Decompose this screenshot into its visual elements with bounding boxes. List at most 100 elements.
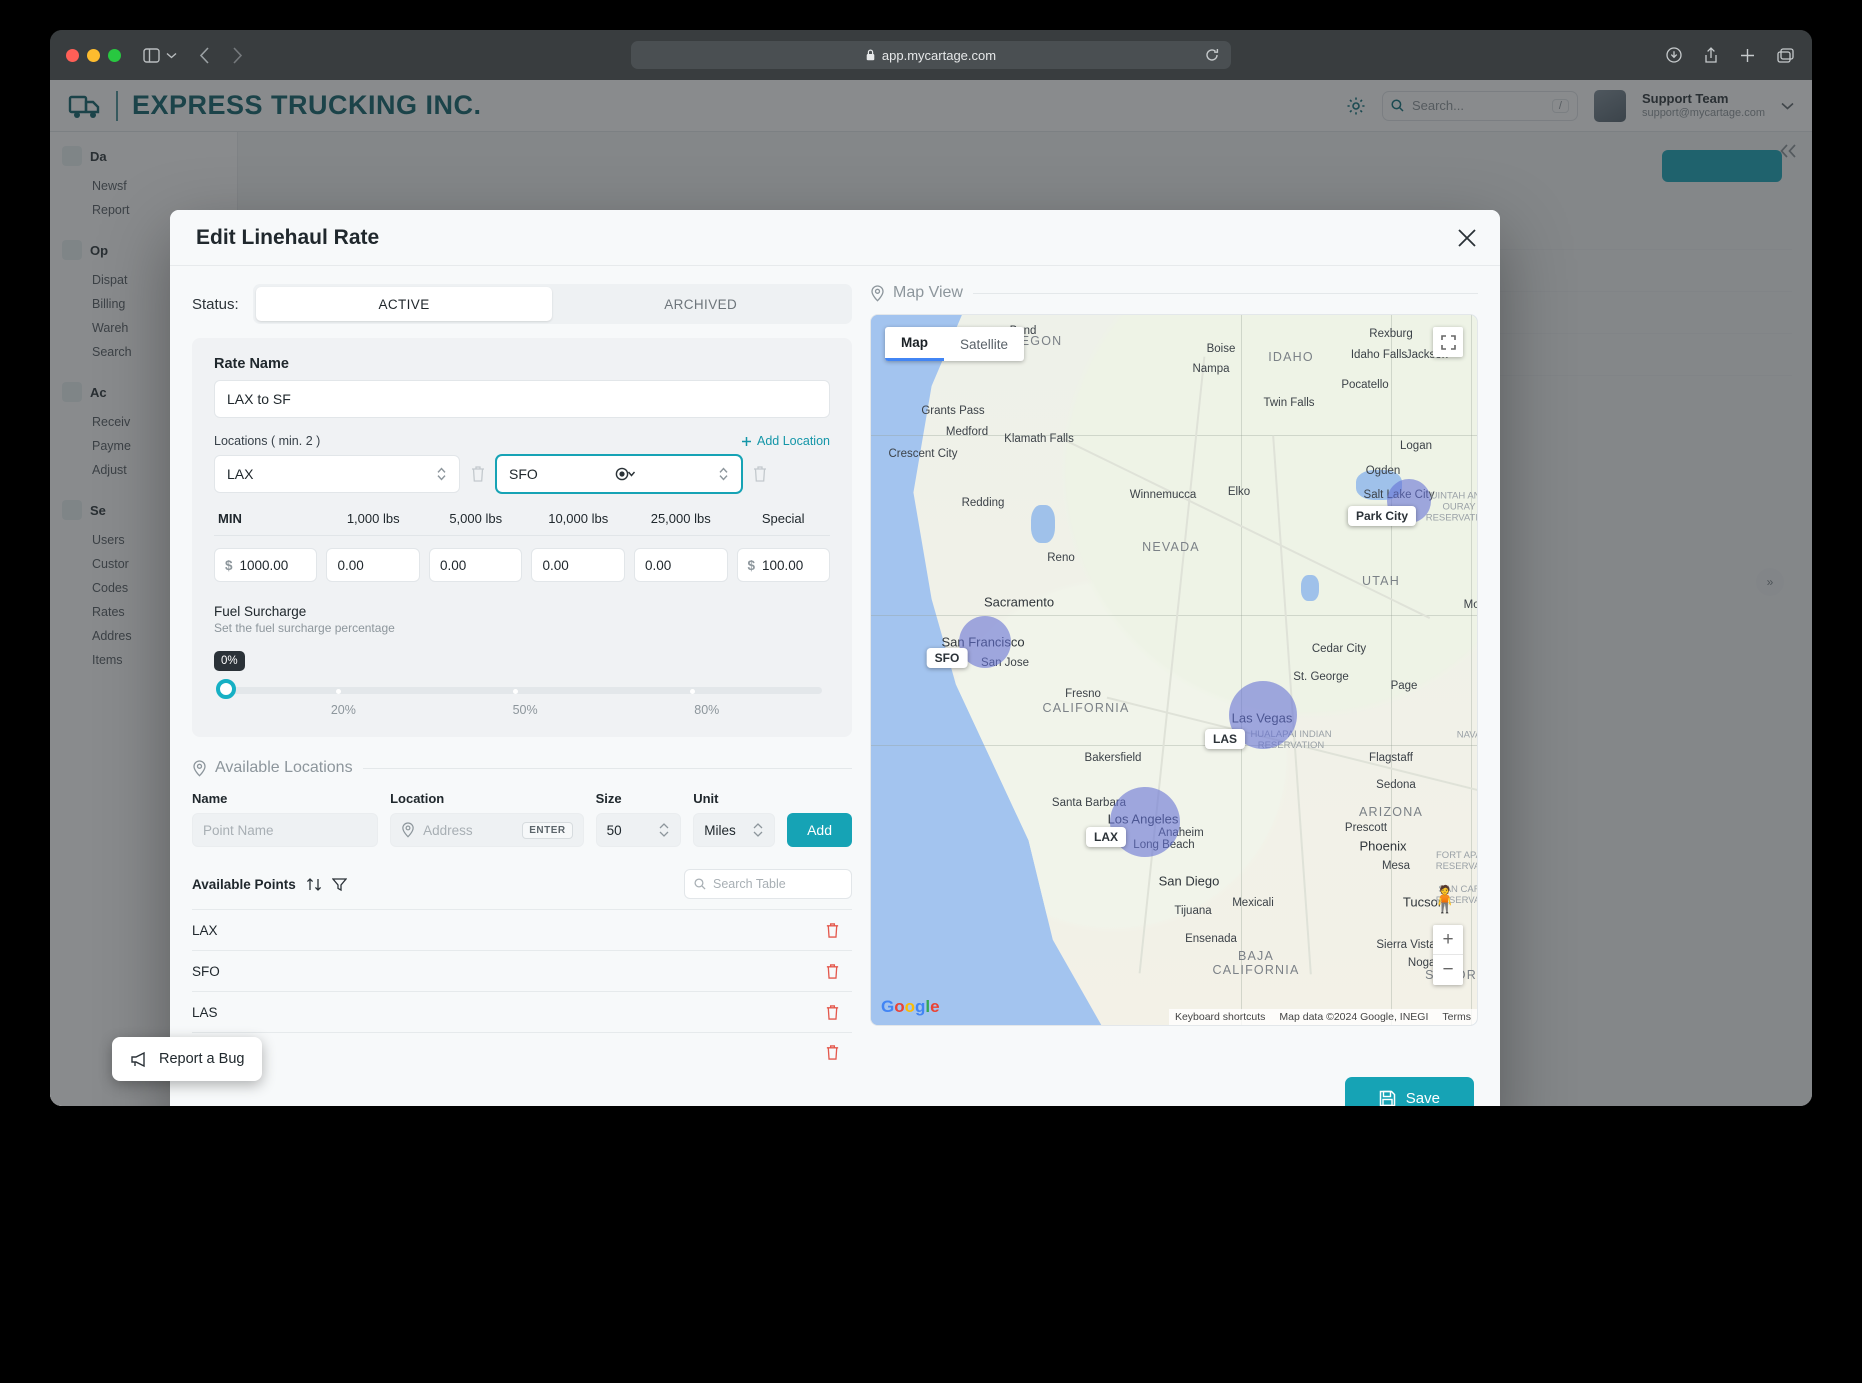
- map-city-label: Moab: [1463, 599, 1478, 611]
- section-divider: [362, 767, 852, 769]
- downloads-icon[interactable]: [1666, 47, 1682, 63]
- map-type-map[interactable]: Map: [885, 327, 944, 361]
- trash-icon[interactable]: [825, 963, 852, 980]
- select-chevrons-icon[interactable]: [436, 466, 447, 482]
- delete-location-1-icon[interactable]: [470, 465, 486, 483]
- map-type-control[interactable]: Map Satellite: [885, 327, 1025, 361]
- url-bar[interactable]: app.mycartage.com: [631, 41, 1231, 69]
- map-city-label: Rexburg: [1369, 328, 1413, 340]
- rate-input-min[interactable]: $ 1000.00: [214, 548, 318, 582]
- street-view-icon[interactable]: 🧍: [1429, 884, 1461, 915]
- unit-select[interactable]: Miles: [693, 813, 776, 847]
- rate-header-special: Special: [761, 511, 805, 526]
- delete-location-2-icon[interactable]: [752, 465, 768, 483]
- google-map[interactable]: Map Satellite + − 🧍 Google Keyboard shor…: [870, 314, 1478, 1026]
- navigation-arrows[interactable]: [199, 46, 243, 64]
- map-pin-sfo[interactable]: SFO: [926, 648, 968, 668]
- fullscreen-icon[interactable]: [1433, 327, 1463, 357]
- rate-header-25000: 25,000 lbs: [650, 511, 711, 526]
- chrome-right-actions[interactable]: [1666, 46, 1794, 64]
- rate-input-1000[interactable]: 0.00: [326, 548, 420, 582]
- status-label: Status:: [192, 295, 239, 313]
- keyboard-shortcuts-link[interactable]: Keyboard shortcuts: [1175, 1011, 1265, 1023]
- map-city-label: Grants Pass: [921, 405, 985, 417]
- minimize-window-button[interactable]: [87, 48, 100, 62]
- tab-overview-icon[interactable]: [1777, 47, 1794, 63]
- share-icon[interactable]: [1704, 46, 1718, 64]
- location-select-1[interactable]: LAX: [214, 455, 460, 493]
- fuel-surcharge-slider[interactable]: 0% 20% 50% 80%: [214, 651, 830, 717]
- lock-icon: [866, 49, 875, 61]
- map-view-title-group: Map View: [870, 284, 963, 302]
- report-bug-label: Report a Bug: [159, 1051, 245, 1067]
- rate-input-special[interactable]: $ 100.00: [736, 548, 831, 582]
- rate-input-10000[interactable]: 0.00: [531, 548, 625, 582]
- table-row[interactable]: Park City: [192, 1032, 852, 1061]
- slider-tick: [690, 688, 695, 694]
- slider-handle[interactable]: [216, 679, 236, 699]
- save-button[interactable]: Save: [1344, 1077, 1474, 1106]
- table-row[interactable]: LAX: [192, 909, 852, 950]
- point-name: LAS: [192, 1004, 218, 1020]
- terms-link[interactable]: Terms: [1442, 1011, 1471, 1023]
- size-stepper-input[interactable]: 50: [595, 813, 682, 847]
- map-pin-las[interactable]: LAS: [1205, 729, 1245, 749]
- table-row[interactable]: SFO: [192, 950, 852, 991]
- zoom-out-button[interactable]: −: [1433, 955, 1463, 985]
- rate-input-5000[interactable]: 0.00: [428, 548, 523, 582]
- map-state-label: CALIFORNIA: [1042, 701, 1130, 715]
- close-window-button[interactable]: [66, 48, 79, 62]
- trash-icon[interactable]: [825, 922, 852, 939]
- map-pin-park-city[interactable]: Park City: [1347, 506, 1417, 526]
- location-type-icon[interactable]: [615, 467, 641, 481]
- enter-key-badge: ENTER: [522, 821, 573, 839]
- map-attribution: Keyboard shortcuts Map data ©2024 Google…: [1168, 1009, 1477, 1025]
- trash-icon[interactable]: [825, 1004, 852, 1021]
- maximize-window-button[interactable]: [108, 48, 121, 62]
- locations-row: LAX SFO: [214, 455, 830, 493]
- back-button[interactable]: [199, 46, 210, 64]
- add-location-button[interactable]: Add Location: [741, 434, 830, 448]
- chevron-down-icon[interactable]: [166, 52, 177, 59]
- filter-icon[interactable]: [331, 877, 347, 892]
- slider-track[interactable]: [222, 687, 822, 694]
- new-tab-icon[interactable]: [1740, 48, 1755, 63]
- window-controls[interactable]: [66, 48, 121, 62]
- rate-name-input[interactable]: [214, 380, 830, 418]
- map-type-satellite[interactable]: Satellite: [944, 327, 1024, 361]
- trash-icon[interactable]: [825, 1044, 852, 1061]
- report-bug-button[interactable]: Report a Bug: [112, 1037, 263, 1081]
- reload-icon[interactable]: [1205, 48, 1219, 62]
- dialog-title: Edit Linehaul Rate: [196, 225, 380, 249]
- status-segmented-control[interactable]: ACTIVE ARCHIVED: [252, 284, 852, 324]
- add-point-button[interactable]: Add: [787, 813, 852, 847]
- zoom-in-button[interactable]: +: [1433, 925, 1463, 955]
- sidebar-icon: [143, 47, 160, 63]
- status-tab-archived[interactable]: ARCHIVED: [552, 287, 849, 321]
- forward-button[interactable]: [232, 46, 243, 64]
- map-city-label: Bakersfield: [1084, 752, 1142, 764]
- available-points-title: Available Points: [192, 876, 296, 892]
- point-name-input[interactable]: Point Name: [192, 813, 379, 847]
- table-search-input[interactable]: Search Table: [684, 869, 852, 899]
- map-state-label: BAJA CALIFORNIA: [1212, 949, 1300, 977]
- table-row[interactable]: LAS: [192, 991, 852, 1032]
- rate-input-25000[interactable]: 0.00: [633, 548, 728, 582]
- map-pin-lax[interactable]: LAX: [1086, 827, 1126, 847]
- fuel-surcharge-title: Fuel Surcharge: [214, 604, 307, 619]
- select-chevrons-icon[interactable]: [718, 466, 729, 482]
- status-tab-active[interactable]: ACTIVE: [255, 287, 553, 321]
- close-icon[interactable]: [1456, 227, 1478, 249]
- location-select-2[interactable]: SFO: [496, 455, 742, 493]
- sidebar-toggle-button[interactable]: [143, 47, 177, 63]
- section-divider: [972, 292, 1478, 294]
- address-input[interactable]: Address ENTER: [390, 813, 584, 847]
- point-name: SFO: [192, 963, 220, 979]
- stepper-arrows-icon[interactable]: [658, 821, 670, 839]
- point-name: LAX: [192, 922, 218, 938]
- select-chevrons-icon[interactable]: [752, 821, 764, 839]
- unit-value: Miles: [704, 822, 736, 838]
- dialog-header: Edit Linehaul Rate: [170, 210, 1500, 266]
- zoom-controls[interactable]: + −: [1433, 925, 1463, 985]
- sort-icon[interactable]: [306, 877, 322, 892]
